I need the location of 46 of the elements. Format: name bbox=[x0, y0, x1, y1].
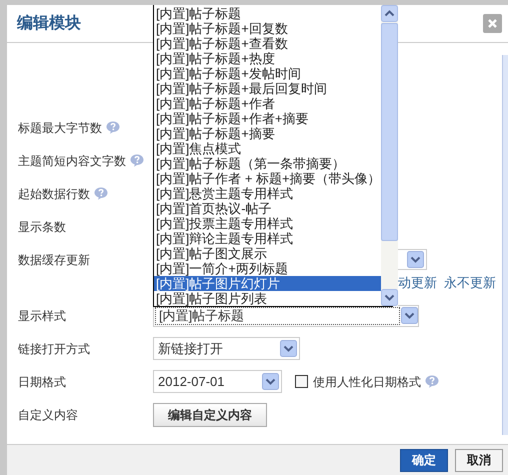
dropdown-option[interactable]: [内置]首页热议-帖子 bbox=[154, 201, 381, 216]
update-link[interactable]: 永不更新 bbox=[444, 273, 496, 292]
dropdown-option[interactable]: [内置]帖子标题+热度 bbox=[154, 51, 381, 66]
dialog-button[interactable]: 取消 bbox=[455, 448, 503, 472]
dropdown-option[interactable]: [内置]帖子标题+最后回复时间 bbox=[154, 81, 381, 96]
dropdown-option[interactable]: [内置]焦点模式 bbox=[154, 141, 381, 156]
field-label: 数据缓存更新 bbox=[18, 252, 90, 268]
field-label: 日期格式 bbox=[18, 374, 66, 390]
dropdown-option[interactable]: [内置]帖子标题+作者 bbox=[154, 96, 381, 111]
dropdown-option[interactable]: [内置]帖子标题+摘要 bbox=[154, 126, 381, 141]
field-label: 自定义内容 bbox=[18, 406, 78, 424]
dropdown-option[interactable]: [内置]辩论主题专用样式 bbox=[154, 231, 381, 246]
close-button[interactable] bbox=[483, 14, 502, 33]
scroll-thumb[interactable] bbox=[380, 23, 398, 241]
field-label: 显示样式 bbox=[18, 308, 66, 324]
dropdown-option[interactable]: [内置]帖子标题+作者+摘要 bbox=[154, 111, 381, 126]
dialog-title: 编辑模块 bbox=[17, 13, 81, 34]
update-link[interactable]: 动更新 bbox=[398, 273, 437, 292]
field-label: 标题最大字节数 bbox=[18, 120, 102, 136]
scrollbar[interactable] bbox=[502, 55, 508, 435]
select-field[interactable]: 新链接打开 bbox=[153, 337, 300, 360]
field-label: 显示条数 bbox=[18, 218, 66, 236]
edit-custom-button[interactable]: 编辑自定义内容 bbox=[153, 402, 267, 426]
dropdown-option[interactable]: [内置]帖子标题（第一条带摘要） bbox=[154, 156, 381, 171]
dropdown-option[interactable]: [内置]帖子图文展示 bbox=[154, 246, 381, 261]
scrollbar[interactable] bbox=[380, 5, 398, 306]
dropdown-option[interactable]: [内置]帖子标题+查看数 bbox=[154, 36, 381, 51]
scroll-down-icon[interactable] bbox=[380, 289, 398, 306]
dropdown-option[interactable]: [内置]帖子标题 bbox=[154, 6, 381, 21]
dropdown-option[interactable]: [内置]投票主题专用样式 bbox=[154, 216, 381, 231]
checkbox[interactable] bbox=[295, 375, 308, 388]
dropdown-option[interactable]: [内置]帖子图片幻灯片 bbox=[154, 276, 381, 291]
close-icon bbox=[488, 19, 497, 28]
select-field[interactable]: 2012-07-01 bbox=[153, 370, 282, 393]
field-label: 主题简短内容文字数 bbox=[18, 152, 126, 170]
dropdown-option[interactable]: [内置]悬赏主题专用样式 bbox=[154, 186, 381, 201]
dropdown-option[interactable]: [内置]帖子标题+发帖时间 bbox=[154, 66, 381, 81]
dropdown-option[interactable]: [内置]帖子图片列表 bbox=[154, 291, 381, 306]
dialog-button[interactable]: 确定 bbox=[400, 448, 448, 472]
field-label: 起始数据行数 bbox=[18, 186, 90, 202]
dropdown-option[interactable]: [内置]帖子标题+回复数 bbox=[154, 21, 381, 36]
dropdown-option[interactable]: [内置]帖子作者 + 标题+摘要（带头像） bbox=[154, 171, 381, 186]
dropdown-option[interactable]: [内置]一简介+两列标题 bbox=[154, 261, 381, 276]
checkbox-label: 使用人性化日期格式 bbox=[313, 374, 421, 390]
scroll-up-icon[interactable] bbox=[380, 5, 398, 22]
field-label: 链接打开方式 bbox=[18, 340, 90, 358]
